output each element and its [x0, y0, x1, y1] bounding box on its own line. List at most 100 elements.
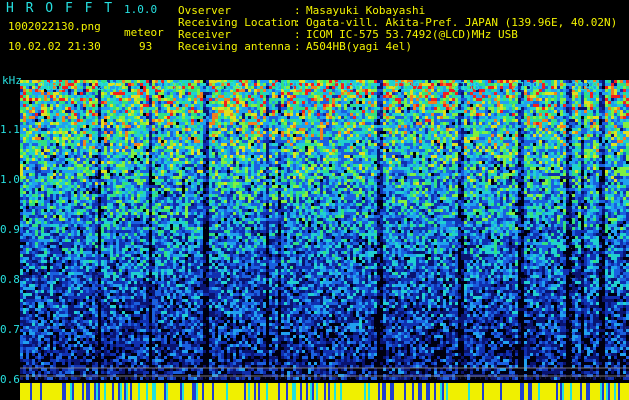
spectrogram-cell — [353, 113, 356, 116]
spectrogram-cell — [347, 146, 350, 149]
spectrogram-cell — [101, 119, 104, 122]
spectrogram-cell — [542, 122, 545, 125]
spectrogram-cell — [374, 95, 377, 98]
spectrogram-cell — [152, 143, 155, 146]
spectrogram-cell — [578, 119, 581, 122]
spectrogram-cell — [308, 119, 311, 122]
spectrogram-cell — [290, 125, 293, 128]
spectrogram-cell — [485, 110, 488, 113]
spectrogram-cell — [41, 146, 44, 149]
spectrogram-cell — [440, 92, 443, 95]
spectrogram-cell — [179, 149, 182, 152]
spectrogram-cell — [539, 146, 542, 149]
spectrogram-cell — [92, 152, 95, 155]
spectrogram-cell — [242, 80, 245, 83]
app-version: 1.0.0 — [124, 4, 157, 15]
spectrogram-cell — [137, 107, 140, 110]
spectrogram-cell — [596, 116, 599, 119]
spectrogram-cell — [557, 119, 560, 122]
spectrogram-cell — [23, 140, 26, 143]
spectrogram-cell — [248, 134, 251, 137]
spectrogram-cell — [119, 143, 122, 146]
spectrogram-cell — [20, 83, 23, 86]
spectrogram-cell — [128, 149, 131, 152]
spectrogram-cell — [248, 83, 251, 86]
spectrogram-cell — [473, 107, 476, 110]
spectrogram-cell — [443, 143, 446, 146]
spectrogram-cell — [224, 143, 227, 146]
spectrogram-cell — [125, 89, 128, 92]
spectrogram-cell — [80, 101, 83, 104]
spectrogram-cell — [374, 143, 377, 146]
spectrogram-cell — [611, 146, 614, 149]
spectrogram-cell — [440, 113, 443, 116]
spectrogram-cell — [524, 137, 527, 140]
spectrogram-cell — [143, 80, 146, 83]
spectrogram-cell — [389, 146, 392, 149]
spectrogram-cell — [77, 152, 80, 155]
spectrogram-cell — [110, 98, 113, 101]
spectrogram-cell — [557, 98, 560, 101]
spectrogram-cell — [413, 146, 416, 149]
spectrogram-cell — [77, 98, 80, 101]
spectrogram-cell — [110, 137, 113, 140]
spectrogram-cell — [125, 149, 128, 152]
spectrogram-cell — [74, 137, 77, 140]
spectrogram-cell — [380, 146, 383, 149]
spectrogram-cell — [143, 116, 146, 119]
spectrogram-cell — [29, 152, 32, 155]
spectrogram-cell — [521, 95, 524, 98]
spectrogram-cell — [218, 104, 221, 107]
spectrogram-cell — [605, 101, 608, 104]
spectrogram-cell — [77, 110, 80, 113]
spectrogram-cell — [593, 131, 596, 134]
spectrogram-cell — [395, 119, 398, 122]
spectrogram-cell — [332, 137, 335, 140]
spectrogram-cell — [140, 95, 143, 98]
spectrogram-cell — [605, 116, 608, 119]
spectrogram-cell — [116, 119, 119, 122]
spectrogram-cell — [311, 80, 314, 83]
spectrogram-cell — [506, 131, 509, 134]
spectrogram-cell — [62, 113, 65, 116]
spectrogram-cell — [431, 140, 434, 143]
spectrogram-cell — [473, 119, 476, 122]
spectrogram-cell — [521, 101, 524, 104]
spectrogram-cell — [350, 119, 353, 122]
spectrogram-cell — [182, 116, 185, 119]
spectrogram-cell — [563, 125, 566, 128]
spectrogram-cell — [272, 128, 275, 131]
spectrogram-cell — [464, 104, 467, 107]
spectrogram-cell — [194, 101, 197, 104]
spectrogram-cell — [26, 152, 29, 155]
spectrogram-cell — [53, 125, 56, 128]
spectrogram-cell — [188, 92, 191, 95]
spectrogram-cell — [458, 95, 461, 98]
spectrogram-cell — [569, 143, 572, 146]
spectrogram-cell — [203, 122, 206, 125]
spectrogram-cell — [434, 128, 437, 131]
spectrogram-cell — [554, 95, 557, 98]
spectrogram-cell — [62, 104, 65, 107]
spectrogram-cell — [344, 143, 347, 146]
spectrogram-cell — [488, 104, 491, 107]
spectrogram-cell — [92, 143, 95, 146]
spectrogram-cell — [461, 131, 464, 134]
spectrogram-cell — [140, 110, 143, 113]
spectrogram-cell — [479, 137, 482, 140]
spectrogram-cell — [488, 140, 491, 143]
spectrogram-cell — [35, 137, 38, 140]
spectrogram-cell — [326, 104, 329, 107]
spectrogram-cell — [608, 125, 611, 128]
spectrogram-cell — [539, 122, 542, 125]
spectrogram-cell — [47, 128, 50, 131]
spectrogram-cell — [374, 113, 377, 116]
spectrogram-cell — [266, 149, 269, 152]
spectrogram-cell — [560, 83, 563, 86]
spectrogram-cell — [320, 128, 323, 131]
spectrogram-cell — [74, 134, 77, 137]
spectrogram-cell — [125, 122, 128, 125]
spectrogram-cell — [134, 146, 137, 149]
spectrogram-cell — [602, 92, 605, 95]
spectrogram-cell — [251, 134, 254, 137]
